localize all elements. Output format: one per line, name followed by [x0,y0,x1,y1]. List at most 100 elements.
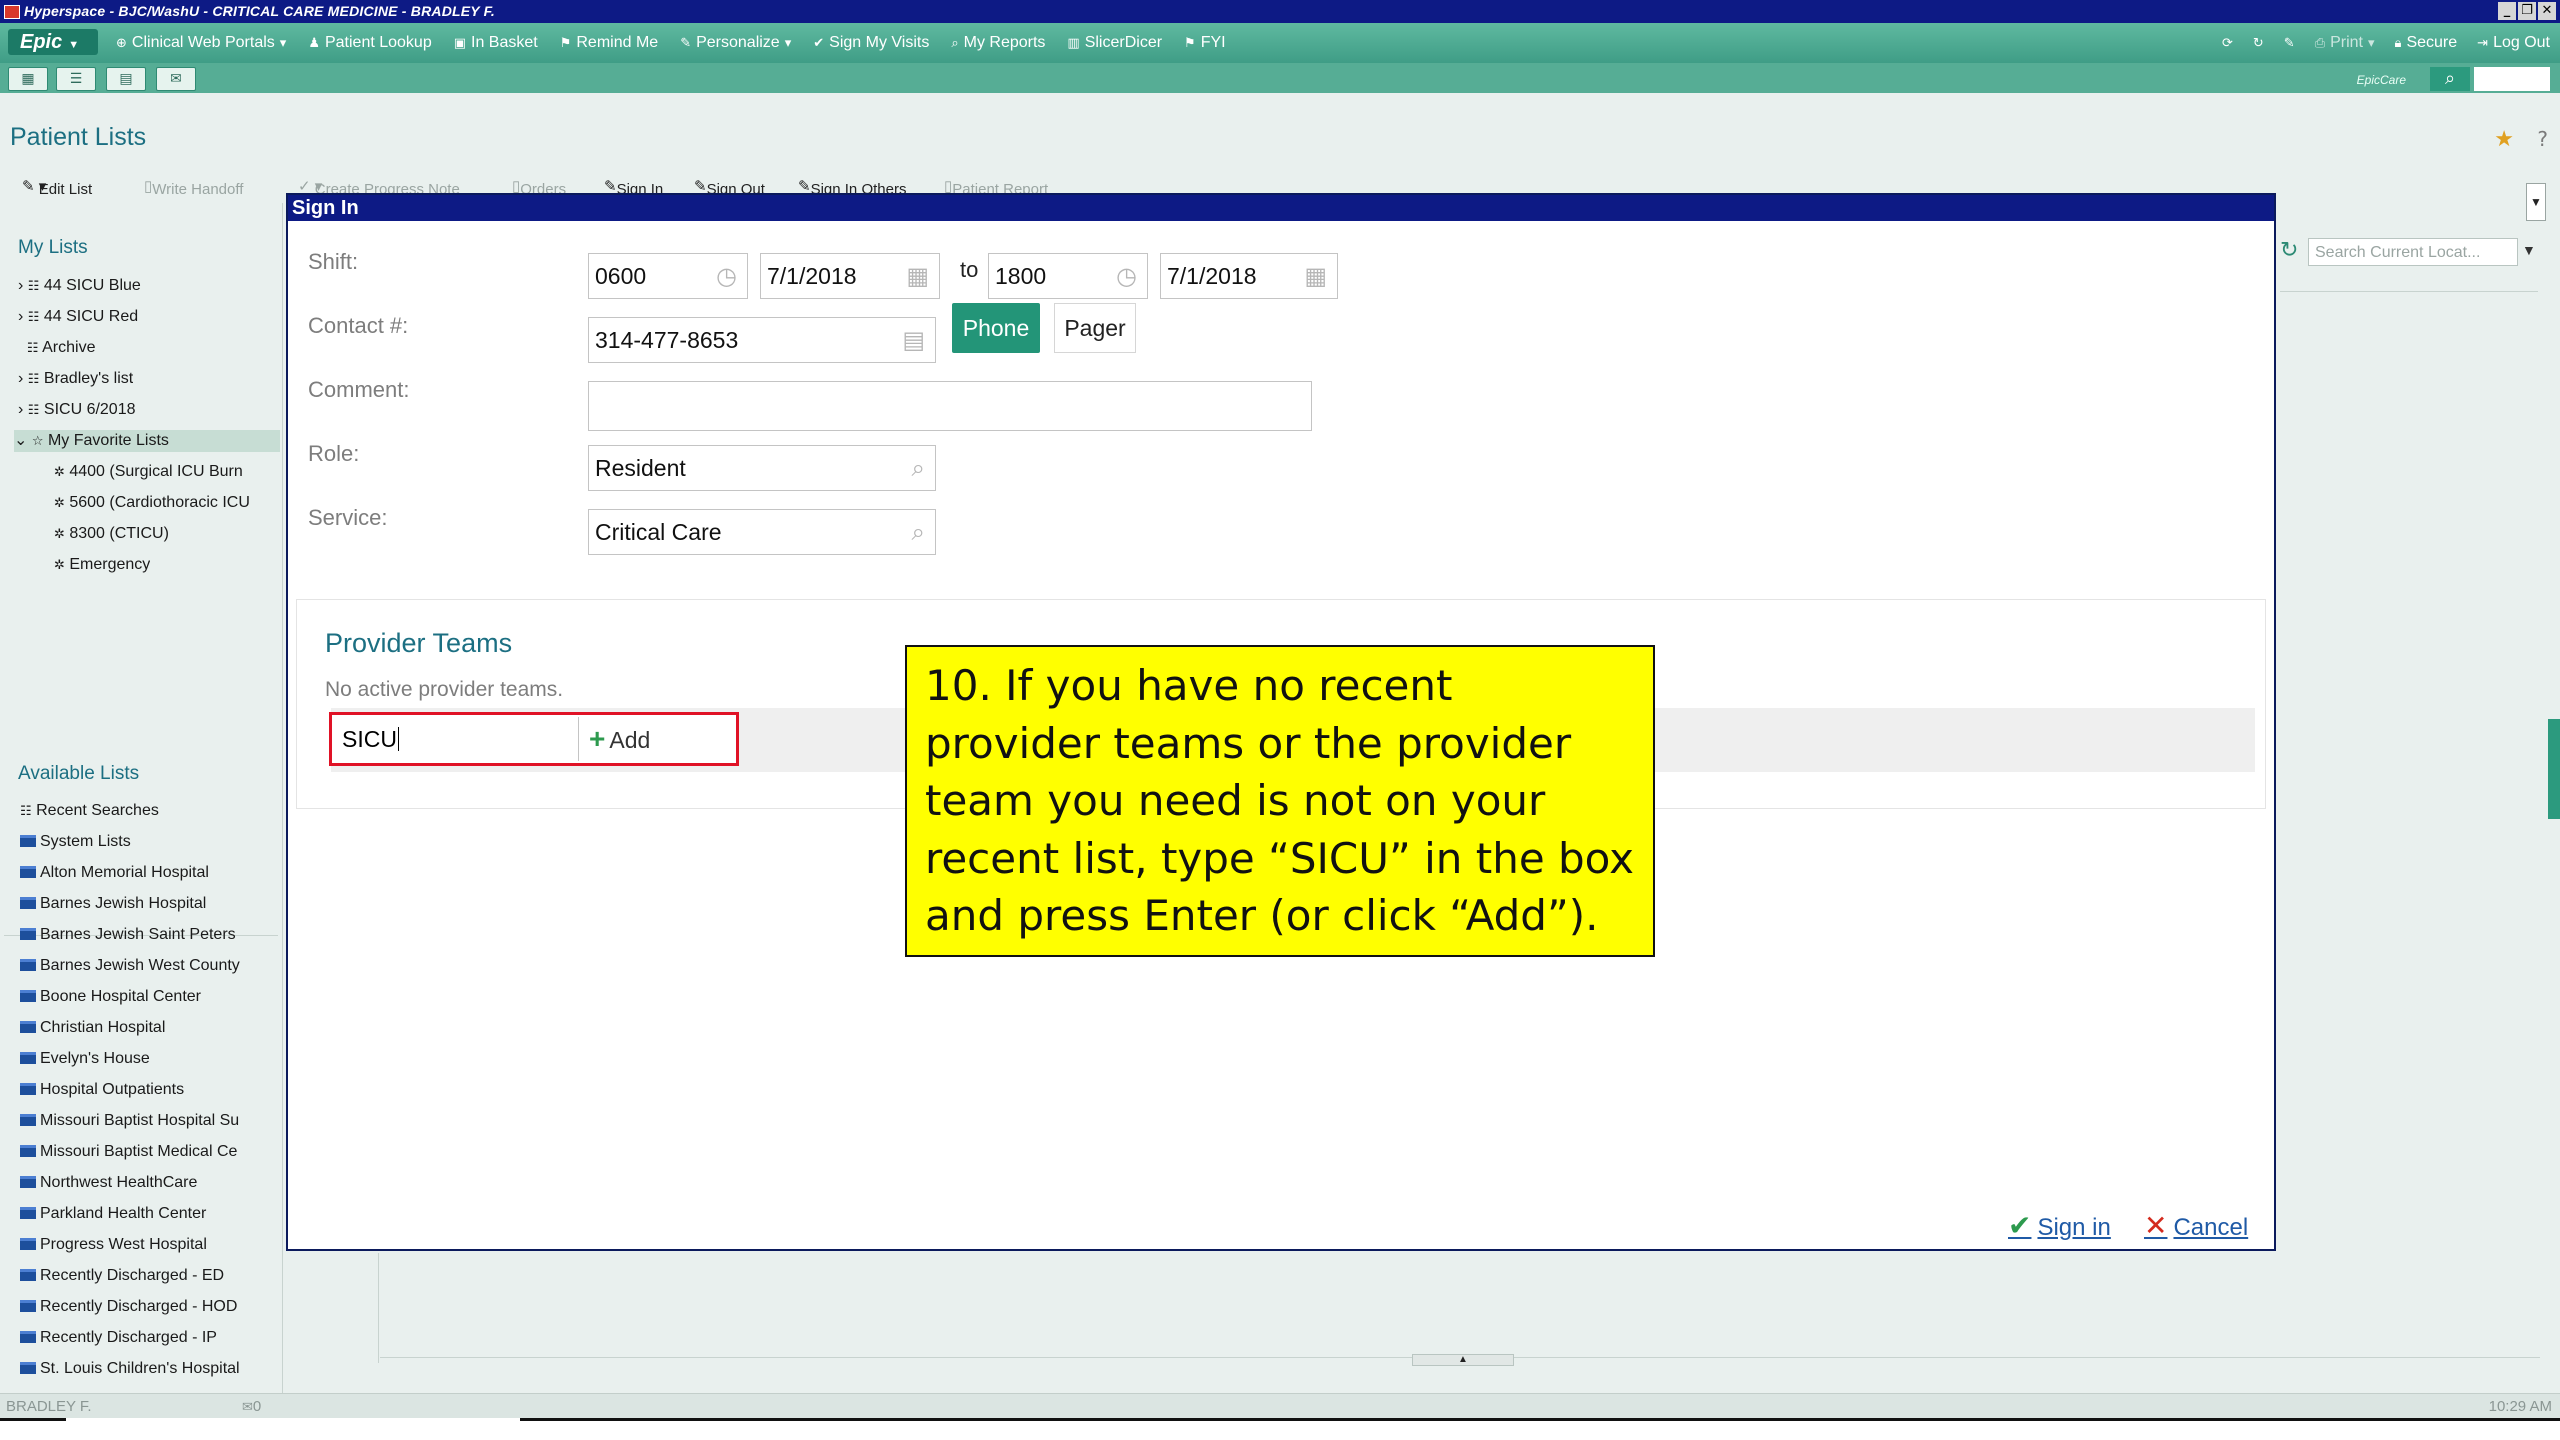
add-provider-team-button[interactable]: + Add [578,717,678,761]
folder-icon [20,897,36,909]
list-item[interactable]: › ☷ Bradley's list [18,368,133,390]
list-item[interactable]: › ☷ 44 SICU Blue [18,275,141,297]
close-button[interactable]: ✕ [2538,2,2556,20]
field-value: 0600 [595,263,647,289]
side-panel-tab[interactable] [2548,719,2560,819]
toolbar-tools-button[interactable]: ✎ [2284,34,2295,52]
schedule-icon[interactable]: ▤ [106,67,146,91]
global-search-input[interactable] [2474,67,2550,91]
toolbar-remind-me[interactable]: ⚑ Remind Me [560,34,658,52]
pager-button[interactable]: Pager [1054,303,1136,353]
toolbar-sync-button[interactable]: ⟳ [2222,34,2233,52]
search-icon[interactable]: ⌕ [912,510,925,554]
list-item[interactable]: St. Louis Children's Hospital [20,1358,280,1380]
toolbar-slicerdicer[interactable]: ▥ SlicerDicer [1067,34,1162,52]
list-item[interactable]: Missouri Baptist Medical Ce [20,1141,280,1163]
sign-in-confirm-button[interactable]: ✔ Sign in [2008,1209,2111,1242]
list-item[interactable]: ✲ 4400 (Surgical ICU Burn [54,461,280,483]
toolbar-in-basket[interactable]: ▣ In Basket [454,34,538,52]
toolbar-print[interactable]: ⎙ Print ▾ [2315,34,2375,52]
restore-button[interactable]: ❐ [2518,2,2536,20]
list-item[interactable]: Hospital Outpatients [20,1079,280,1101]
toolbar-item-label: Print [2330,34,2363,51]
epic-menu-button[interactable]: Epic ▼ [8,29,98,55]
scroll-down-button[interactable]: ▼ [2526,183,2546,221]
comment-input[interactable] [588,381,1312,431]
toolbar-patient-lookup[interactable]: ♟ Patient Lookup [308,34,431,52]
toolbar-fyi[interactable]: ⚑ FYI [1184,34,1226,52]
calendar-icon[interactable]: ▦ [906,254,929,298]
shift-end-date-input[interactable]: 7/1/2018 ▦ [1160,253,1338,299]
lock-icon: 🔒︎ [2394,35,2402,51]
sync-icon: ⟳ [2221,35,2233,51]
list-item[interactable]: › ☷ 44 SICU Red [18,306,138,328]
search-icon[interactable]: ⌕ [912,446,925,490]
list-item[interactable]: Progress West Hospital [20,1234,280,1256]
shift-start-time-input[interactable]: 0600 ◷ [588,253,748,299]
phonebook-icon[interactable]: ▤ [902,318,925,362]
phone-button[interactable]: Phone [952,303,1040,353]
service-label: Service: [308,505,388,530]
list-item[interactable]: ✲ Emergency [54,554,150,576]
toolbar-log-out[interactable]: ⇥ Log Out [2477,34,2550,52]
clock-icon[interactable]: ◷ [716,254,737,298]
list-item[interactable]: Barnes Jewish Saint Peters [20,924,280,946]
field-value: Resident [595,455,686,481]
refresh-icon[interactable]: ↻ [2280,238,2298,263]
search-current-location-input[interactable]: Search Current Locat... [2308,238,2518,266]
chevron-down-icon: ▾ [2368,35,2375,51]
collapse-handle[interactable]: ▲ [1412,1354,1514,1366]
list-item[interactable]: Barnes Jewish Hospital [20,893,280,915]
toolbar-my-reports[interactable]: ⌕ My Reports [951,34,1045,52]
toolbar-sign-my-visits[interactable]: ✔ Sign My Visits [813,34,929,52]
chevron-down-icon[interactable]: ▼ [2522,242,2536,258]
toolbar-refresh-button[interactable]: ↻ [2253,34,2264,52]
calendar-icon[interactable]: ▦ [1304,254,1327,298]
field-value: 7/1/2018 [1167,263,1257,289]
favorite-star-icon[interactable]: ★ [2494,127,2514,152]
cancel-button[interactable]: ✕ Cancel [2144,1209,2248,1242]
list-item[interactable]: Evelyn's House [20,1048,280,1070]
minimize-button[interactable]: _ [2498,2,2516,20]
help-icon[interactable]: ? [2537,127,2548,151]
list-item[interactable]: ✲ 5600 (Cardiothoracic ICU [54,492,280,514]
list-item[interactable]: ☷ Recent Searches [20,800,159,822]
toolbar-item-label: FYI [1200,34,1226,51]
available-lists-heading: Available Lists [18,763,140,784]
status-mail[interactable]: ✉0 [242,1398,261,1415]
clock-icon[interactable]: ◷ [1116,254,1137,298]
list-item[interactable]: Recently Discharged - HOD [20,1296,280,1318]
list-item[interactable]: › ☷ SICU 6/2018 [18,399,136,421]
list-item[interactable]: ✲ 8300 (CTICU) [54,523,169,545]
role-input[interactable]: Resident ⌕ [588,445,936,491]
search-icon[interactable]: ⌕ [2430,67,2470,91]
provider-team-input[interactable]: SICU + Add [329,712,739,766]
app-logo-icon [4,5,20,19]
edit-list-button[interactable]: ✎ Edit List ▾ [22,177,92,198]
list-item[interactable]: Christian Hospital [20,1017,280,1039]
list-item[interactable]: Northwest HealthCare [20,1172,280,1194]
list-item[interactable]: Recently Discharged - ED [20,1265,280,1287]
list-item[interactable]: Barnes Jewish West County [20,955,280,977]
toolbar-personalize[interactable]: ✎ Personalize ▾ [680,34,791,52]
list-item[interactable]: Missouri Baptist Hospital Su [20,1110,280,1132]
service-input[interactable]: Critical Care ⌕ [588,509,936,555]
list-item[interactable]: ☷ Archive [18,337,96,359]
list-item-label: 8300 (CTICU) [69,525,169,542]
list-item-my-favorite-lists[interactable]: ⌄ ☆ My Favorite Lists [14,430,280,452]
write-handoff-button[interactable]: ▯ Write Handoff [144,177,243,198]
list-item[interactable]: Parkland Health Center [20,1203,280,1225]
inbox-icon[interactable]: ✉ [156,67,196,91]
list-item[interactable]: Recently Discharged - IP [20,1327,280,1349]
list-item-label: SICU 6/2018 [43,401,136,418]
patient-list-icon[interactable]: ☰ [56,67,96,91]
toolbar-secure[interactable]: 🔒︎ Secure [2395,34,2458,52]
contact-number-input[interactable]: 314-477-8653 ▤ [588,317,936,363]
list-item[interactable]: System Lists [20,831,280,853]
list-item[interactable]: Boone Hospital Center [20,986,280,1008]
calendar-icon[interactable]: ▦ [8,67,48,91]
shift-end-time-input[interactable]: 1800 ◷ [988,253,1148,299]
toolbar-clinical-web-portals[interactable]: ⊕ Clinical Web Portals ▾ [116,34,286,52]
shift-start-date-input[interactable]: 7/1/2018 ▦ [760,253,940,299]
list-item[interactable]: Alton Memorial Hospital [20,862,280,884]
